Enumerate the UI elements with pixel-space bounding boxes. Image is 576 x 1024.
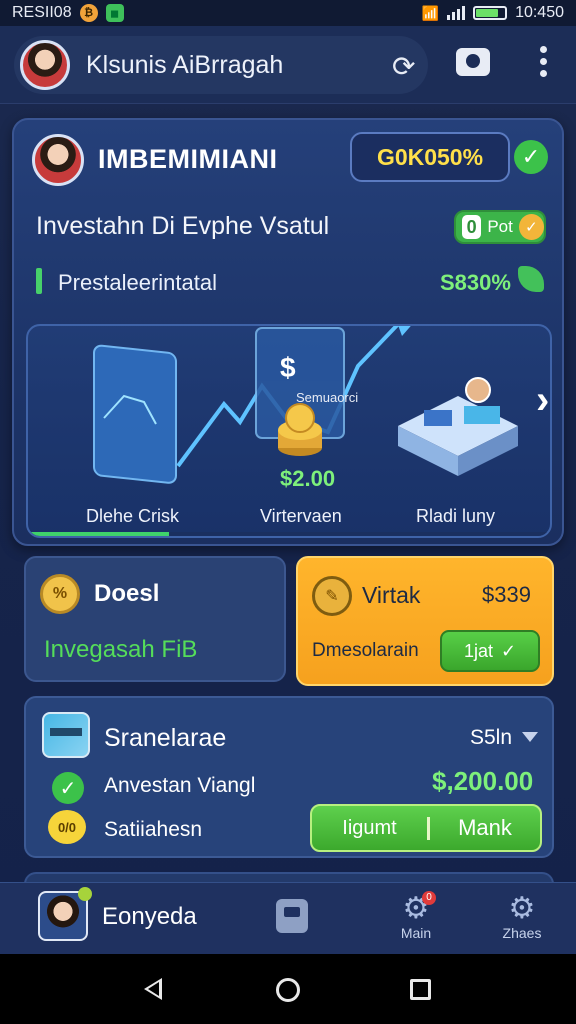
subline: Prestaleerintatal [58, 270, 217, 295]
bottom-nav: Eonyeda ⚙ 0 Main ⚙ Zhaes [0, 882, 576, 954]
dollar-symbol: $ [280, 352, 296, 383]
gear-icon: ⚙ [402, 892, 430, 925]
profile-pill[interactable]: Klsunis AiBrragah ⟳ [14, 36, 428, 94]
deposit-card[interactable]: % Doesl Invegasah FiB [24, 556, 286, 682]
credit-card-icon [42, 712, 90, 758]
nav-item-settings[interactable]: ⚙ Zhaes [492, 892, 552, 942]
mark-button[interactable]: Mank [430, 815, 540, 841]
check-icon: ✓ [518, 214, 544, 240]
growth-value: S830% [440, 270, 511, 295]
user-avatar[interactable] [32, 134, 84, 186]
indicator-bar [36, 268, 42, 294]
coin-icon: ✎ [312, 576, 352, 616]
confirm-button-label: 1jat [463, 640, 493, 661]
battery-level [476, 9, 499, 17]
plot-toggle-label: Pot [487, 217, 513, 236]
wallet-title: Sranelarae [104, 724, 227, 752]
check-icon: ✓ [52, 772, 84, 804]
notification-icon: ₿ [79, 4, 98, 22]
more-vert-icon[interactable] [540, 46, 548, 82]
investment-card: IMBEMIMIANI G0K050% ✓ Investahn Di Evphe… [12, 118, 564, 546]
wifi-icon: 📶 [421, 4, 440, 21]
showcase-caption[interactable]: Rladi luny [416, 506, 495, 527]
battery-icon [473, 6, 508, 20]
gear-icon: ⚙ [508, 892, 536, 925]
device-icon[interactable] [276, 899, 308, 933]
status-bar: RESII08 ₿ ◼ 📶 10:450 [0, 0, 576, 26]
system-nav-bar [0, 954, 576, 1024]
signal-icon [447, 6, 466, 20]
card-subtitle: Invegasah FiB [44, 636, 198, 663]
profile-name[interactable]: Eonyeda [102, 903, 197, 931]
building-illustration [398, 377, 518, 476]
carousel-progress [28, 532, 550, 536]
home-icon[interactable] [276, 978, 300, 1002]
card-title: Virtak [362, 582, 421, 608]
headline: Investahn Di Evphe Vsatul [36, 212, 330, 240]
camera-icon[interactable] [456, 48, 490, 76]
nav-item-main[interactable]: ⚙ 0 Main [386, 891, 446, 941]
showcase-caption[interactable]: Virtervaen [260, 506, 342, 527]
avatar[interactable] [20, 40, 70, 90]
app-notification-icon: ◼ [105, 4, 124, 22]
back-icon[interactable] [144, 978, 162, 1000]
app-header: Klsunis AiBrragah ⟳ [0, 26, 576, 104]
check-icon: ✓ [500, 640, 517, 661]
plot-toggle-button[interactable]: 0 Pot ✓ [454, 210, 546, 244]
notification-badge: 0 [422, 891, 436, 905]
mark-button-label: Mank [458, 815, 512, 840]
coin-icon: % [40, 574, 80, 614]
chevron-down-icon[interactable] [522, 732, 538, 742]
virtual-card[interactable]: ✎ Virtak $339 Dmesolarain 1jat ✓ [296, 556, 554, 686]
tablet-illustration [93, 344, 177, 484]
chevron-right-icon[interactable]: › [536, 378, 549, 423]
wallet-meta[interactable]: S5ln [470, 726, 512, 750]
status-dot [78, 887, 92, 901]
profile-avatar[interactable] [38, 887, 92, 941]
recent-apps-icon[interactable] [410, 979, 431, 1000]
wallet-row-label: Satiiahesn [104, 818, 203, 841]
showcase-carousel[interactable]: $ Semuaorci $2.00 Dlehe Crisk Virtervaen… [26, 324, 552, 538]
refresh-icon[interactable]: ⟳ [392, 50, 415, 83]
wallet-card: Sranelarae S5ln ✓ Anvestan Viangl $,200.… [24, 696, 554, 858]
wallet-total: $,200.00 [432, 766, 534, 796]
confirm-button[interactable]: 1jat ✓ [440, 630, 540, 672]
invest-button[interactable]: Iigumt [312, 816, 430, 840]
showcase-caption[interactable]: Dlehe Crisk [86, 506, 179, 527]
wallet-row-label: Anvestan Viangl [104, 774, 256, 797]
nav-label: Zhaes [502, 925, 542, 941]
app-title: Klsunis AiBrragah [86, 51, 284, 79]
plot-toggle-number: 0 [462, 215, 482, 239]
card-amount: $339 [482, 582, 531, 607]
nav-label: Main [400, 925, 432, 941]
leaf-icon [518, 266, 544, 292]
clock: 10:450 [515, 4, 564, 21]
balance-display[interactable]: G0K050% [350, 132, 510, 182]
check-icon: ✓ [514, 140, 548, 174]
showcase-price: $2.00 [280, 466, 336, 491]
action-button-group: Iigumt Mank [310, 804, 542, 852]
coin-icon: 0/0 [48, 810, 86, 844]
user-name: IMBEMIMIANI [98, 144, 278, 174]
card-subtitle: Dmesolarain [312, 640, 419, 661]
invest-button-label: Iigumt [342, 816, 397, 839]
carrier-label: RESII08 [12, 4, 72, 21]
card-title: Doesl [94, 580, 160, 607]
carousel-progress-fill [28, 532, 169, 536]
card-tag: Semuaorci [296, 390, 359, 405]
